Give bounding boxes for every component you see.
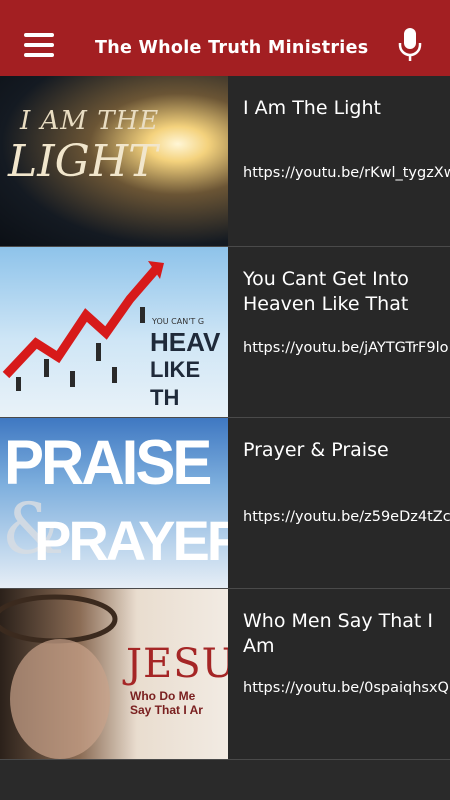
thumbnail-text: I AM THE xyxy=(20,106,160,136)
thumbnail-text: JESUS xyxy=(126,641,228,687)
thumbnail-text: HEAV LIKE TH xyxy=(150,327,221,410)
video-title[interactable]: Prayer & Praise xyxy=(243,438,443,463)
list-item[interactable]: PRAISE & PRAYER Prayer & Praise https://… xyxy=(0,418,450,589)
video-url[interactable]: https://youtu.be/z59eDz4tZc xyxy=(243,508,450,526)
video-thumbnail[interactable]: PRAISE & PRAYER xyxy=(0,418,228,588)
video-thumbnail[interactable]: I AM THE LIGHT xyxy=(0,76,228,246)
video-title[interactable]: Who Men Say That I Am xyxy=(243,609,443,659)
list-item[interactable]: JESUS Who Do MeSay That I Ar Who Men Say… xyxy=(0,589,450,760)
video-thumbnail[interactable]: JESUS Who Do MeSay That I Ar xyxy=(0,589,228,759)
video-title[interactable]: You Cant Get Into Heaven Like That xyxy=(243,267,443,317)
video-url[interactable]: https://youtu.be/0spaiqhsxQ xyxy=(243,679,450,697)
video-title[interactable]: I Am The Light xyxy=(243,96,443,121)
thumbnail-text: PRAYER xyxy=(34,509,228,572)
app-header: The Whole Truth Ministries xyxy=(0,0,450,76)
list-item[interactable]: I AM THE LIGHT I Am The Light https://yo… xyxy=(0,76,450,247)
hamburger-menu-icon[interactable] xyxy=(24,33,54,57)
video-url[interactable]: https://youtu.be/rKwl_tygzXw xyxy=(243,164,450,182)
thumbnail-text: Who Do Me Say That I Ar xyxy=(130,689,203,717)
thumbnail-text: YOU CAN'T G xyxy=(152,317,205,326)
microphone-icon[interactable] xyxy=(397,28,423,62)
list-item[interactable]: YOU CAN'T G HEAV LIKE TH You Cant Get Int… xyxy=(0,247,450,418)
thumbnail-text: LIGHT xyxy=(8,136,158,187)
app-title: The Whole Truth Ministries xyxy=(95,38,369,58)
video-thumbnail[interactable]: YOU CAN'T G HEAV LIKE TH xyxy=(0,247,228,417)
video-url[interactable]: https://youtu.be/jAYTGTrF9lo xyxy=(243,339,450,357)
